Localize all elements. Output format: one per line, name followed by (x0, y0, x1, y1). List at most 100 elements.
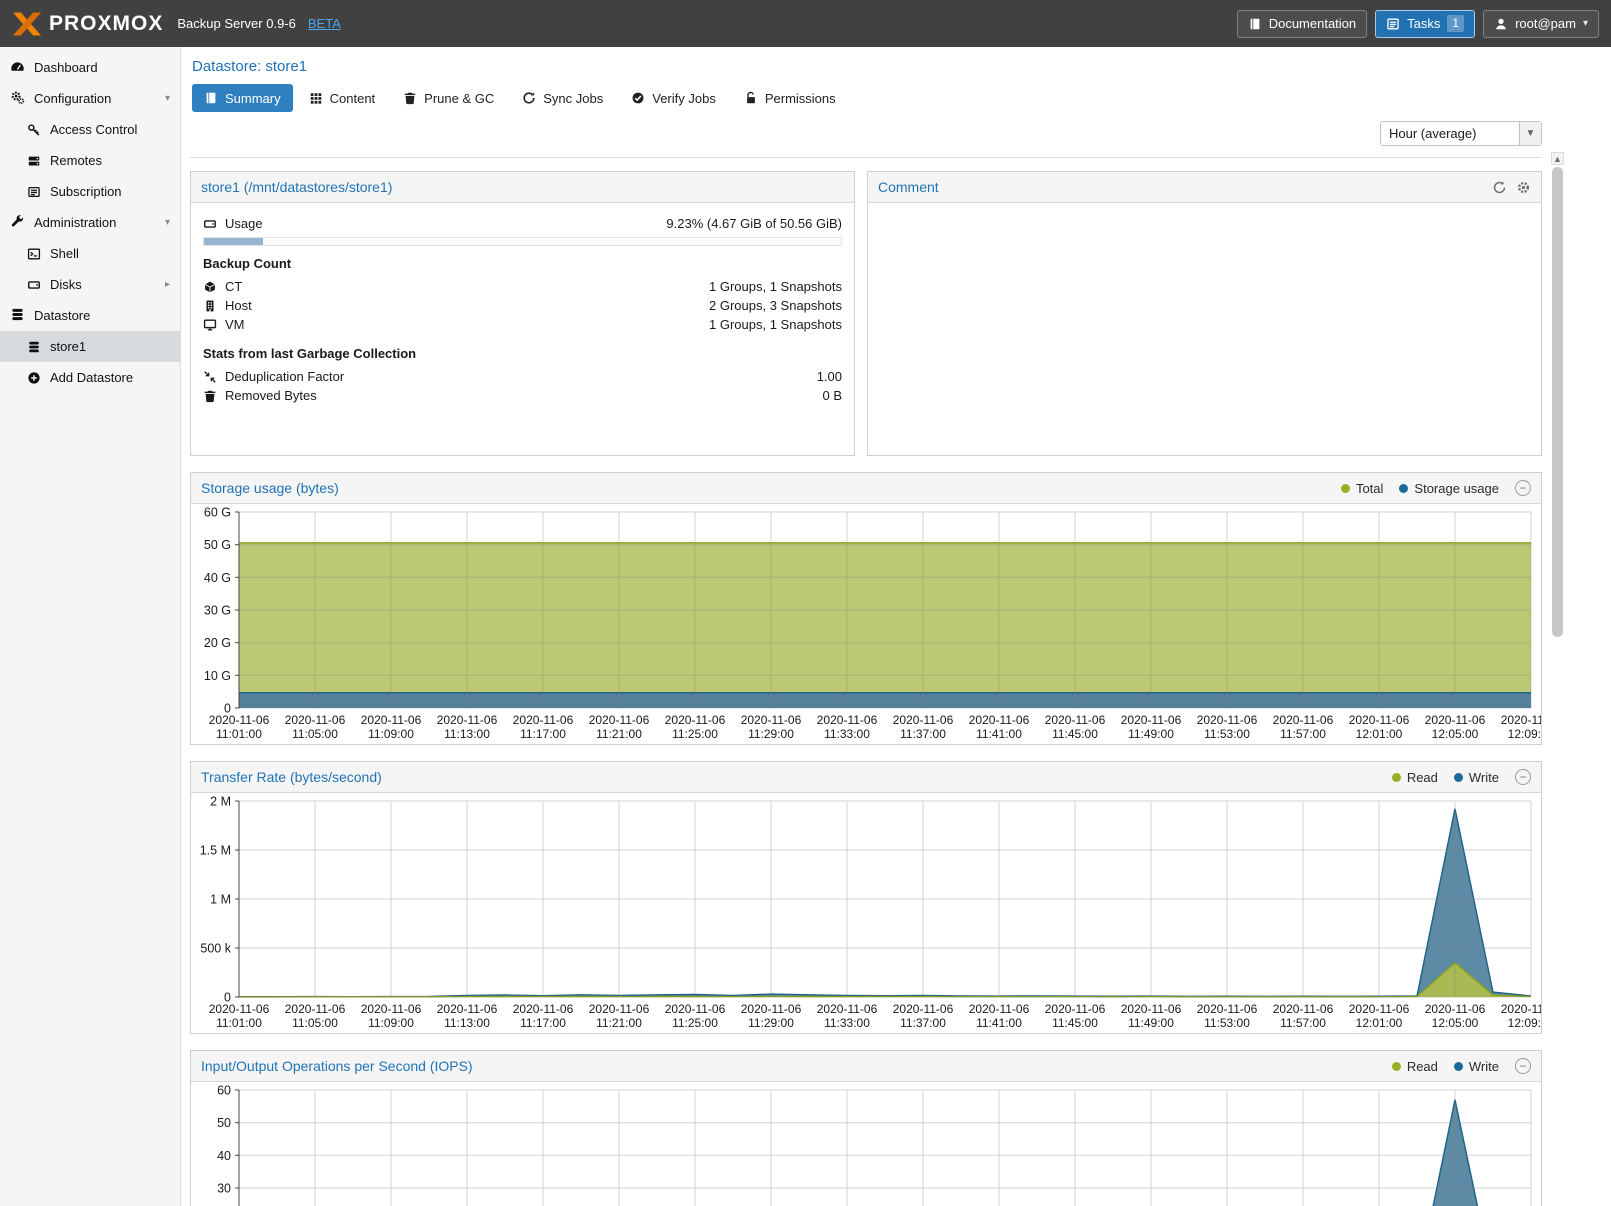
svg-text:2020-11-0612:01:00: 2020-11-0612:01:00 (1349, 713, 1410, 741)
chevron-down-icon[interactable]: ▼ (1519, 122, 1541, 145)
svg-text:2020-11-0611:29:00: 2020-11-0611:29:00 (741, 1002, 802, 1030)
svg-text:20 G: 20 G (204, 636, 231, 650)
legend-dot-total (1341, 484, 1350, 493)
svg-text:2020-11-0611:09:00: 2020-11-0611:09:00 (361, 713, 422, 741)
beta-link[interactable]: BETA (308, 16, 341, 31)
comment-panel-header: Comment (868, 172, 1541, 203)
chevron-down-icon[interactable]: ▾ (165, 217, 170, 228)
svg-text:2020-11-0611:21:00: 2020-11-0611:21:00 (589, 713, 650, 741)
cube-icon (203, 280, 217, 294)
usage-progress-fill (204, 238, 263, 245)
sidebar-item-add-datastore[interactable]: Add Datastore (0, 362, 180, 393)
sidebar-item-disks[interactable]: Disks ▸ (0, 269, 180, 300)
gc-stats-title: Stats from last Garbage Collection (203, 346, 842, 361)
svg-text:2020-11-0612:01:00: 2020-11-0612:01:00 (1349, 1002, 1410, 1030)
legend-write[interactable]: Write (1454, 770, 1499, 785)
legend-dot-write (1454, 773, 1463, 782)
sidebar-item-configuration[interactable]: Configuration ▾ (0, 83, 180, 114)
chevron-right-icon[interactable]: ▸ (165, 279, 170, 290)
svg-text:2020-11-0611:01:00: 2020-11-0611:01:00 (209, 1002, 270, 1030)
dedup-factor-row: Deduplication Factor 1.00 (203, 367, 842, 386)
key-icon (27, 123, 41, 137)
svg-text:2020-11-0611:57:00: 2020-11-0611:57:00 (1273, 713, 1334, 741)
svg-text:2020-11-0611:29:00: 2020-11-0611:29:00 (741, 713, 802, 741)
grid-icon (309, 91, 323, 105)
transfer-rate-header: Transfer Rate (bytes/second) Read Write … (191, 762, 1541, 793)
tab-prune-gc[interactable]: Prune & GC (391, 84, 506, 112)
svg-text:2020-11-0611:13:00: 2020-11-0611:13:00 (437, 713, 498, 741)
top-bar: PROXMOX Backup Server 0.9-6 BETA Documen… (0, 0, 1611, 47)
tab-sync-jobs[interactable]: Sync Jobs (510, 84, 615, 112)
refresh-icon[interactable] (1492, 180, 1507, 195)
tab-content[interactable]: Content (297, 84, 388, 112)
trash-icon (403, 91, 417, 105)
comment-body[interactable] (868, 203, 1541, 455)
monitor-icon (203, 318, 217, 332)
hdd-icon (27, 278, 41, 292)
svg-text:2020-11-0611:49:00: 2020-11-0611:49:00 (1121, 713, 1182, 741)
scrollbar-thumb[interactable] (1552, 167, 1563, 637)
gears-icon (10, 90, 25, 108)
plus-circle-icon (27, 371, 41, 385)
terminal-icon (27, 247, 41, 261)
svg-text:2020-11-0611:57:00: 2020-11-0611:57:00 (1273, 1002, 1334, 1030)
svg-text:2020-11-0611:01:00: 2020-11-0611:01:00 (209, 713, 270, 741)
tab-summary[interactable]: Summary (192, 84, 293, 112)
collapse-icon[interactable]: − (1515, 1058, 1531, 1074)
sidebar-item-shell[interactable]: Shell (0, 238, 180, 269)
sidebar-item-administration[interactable]: Administration ▾ (0, 207, 180, 238)
hdd-icon (203, 217, 217, 231)
sidebar-item-subscription[interactable]: Subscription (0, 176, 180, 207)
legend-dot-read (1392, 1062, 1401, 1071)
legend-read[interactable]: Read (1392, 1059, 1438, 1074)
legend-write[interactable]: Write (1454, 1059, 1499, 1074)
backup-count-title: Backup Count (203, 256, 842, 271)
svg-text:50 G: 50 G (204, 538, 231, 552)
tasks-count-badge: 1 (1447, 15, 1464, 32)
svg-text:60 G: 60 G (204, 506, 231, 520)
usage-row: Usage 9.23% (4.67 GiB of 50.56 GiB) (203, 214, 842, 233)
transfer-rate-chart: 0500 k1 M1.5 M2 M2020-11-0611:01:002020-… (191, 793, 1541, 1033)
svg-text:30: 30 (217, 1182, 231, 1196)
storage-usage-header: Storage usage (bytes) Total Storage usag… (191, 473, 1541, 504)
svg-text:2020-11-0612:05:00: 2020-11-0612:05:00 (1425, 713, 1486, 741)
gear-icon[interactable] (1516, 180, 1531, 195)
collapse-icon[interactable]: − (1515, 769, 1531, 785)
legend-total[interactable]: Total (1341, 481, 1383, 496)
svg-text:2020-11-0611:45:00: 2020-11-0611:45:00 (1045, 1002, 1106, 1030)
chevron-down-icon[interactable]: ▾ (165, 93, 170, 104)
datastore-summary-panel: store1 (/mnt/datastores/store1) Usage 9.… (190, 171, 855, 456)
database-icon (27, 340, 41, 354)
sidebar-item-store1[interactable]: store1 (0, 331, 180, 362)
svg-text:30 G: 30 G (204, 604, 231, 618)
legend-read[interactable]: Read (1392, 770, 1438, 785)
brand-text: PROXMOX (49, 12, 163, 36)
sidebar-item-access-control[interactable]: Access Control (0, 114, 180, 145)
sidebar-item-remotes[interactable]: Remotes (0, 145, 180, 176)
comment-panel: Comment (867, 171, 1542, 456)
tab-permissions[interactable]: Permissions (732, 84, 848, 112)
svg-text:2020-11-0611:45:00: 2020-11-0611:45:00 (1045, 713, 1106, 741)
svg-text:500 k: 500 k (200, 942, 231, 956)
tasks-button[interactable]: Tasks 1 (1375, 10, 1475, 38)
legend-storage-usage[interactable]: Storage usage (1399, 481, 1499, 496)
tab-verify-jobs[interactable]: Verify Jobs (619, 84, 728, 112)
iops-header: Input/Output Operations per Second (IOPS… (191, 1051, 1541, 1082)
user-menu-button[interactable]: root@pam ▾ (1483, 10, 1599, 38)
time-period-select[interactable]: Hour (average) ▼ (1380, 121, 1542, 146)
documentation-button[interactable]: Documentation (1237, 10, 1367, 38)
svg-text:2020-11-0611:05:00: 2020-11-0611:05:00 (285, 713, 346, 741)
collapse-icon[interactable]: − (1515, 480, 1531, 496)
sidebar-item-dashboard[interactable]: Dashboard (0, 52, 180, 83)
svg-text:2020-11-0611:53:00: 2020-11-0611:53:00 (1197, 713, 1258, 741)
check-circle-icon (631, 91, 645, 105)
host-count-row: Host 2 Groups, 3 Snapshots (203, 296, 842, 315)
sidebar-item-datastore[interactable]: Datastore (0, 300, 180, 331)
subscription-icon (27, 185, 41, 199)
scroll-up-arrow[interactable]: ▲ (1551, 152, 1564, 165)
ct-count-row: CT 1 Groups, 1 Snapshots (203, 277, 842, 296)
task-list-icon (1386, 17, 1400, 31)
building-icon (203, 299, 217, 313)
svg-text:2020-11-0611:41:00: 2020-11-0611:41:00 (969, 1002, 1030, 1030)
svg-text:2020-11-0612:09:00: 2020-11-0612:09:00 (1501, 713, 1541, 741)
